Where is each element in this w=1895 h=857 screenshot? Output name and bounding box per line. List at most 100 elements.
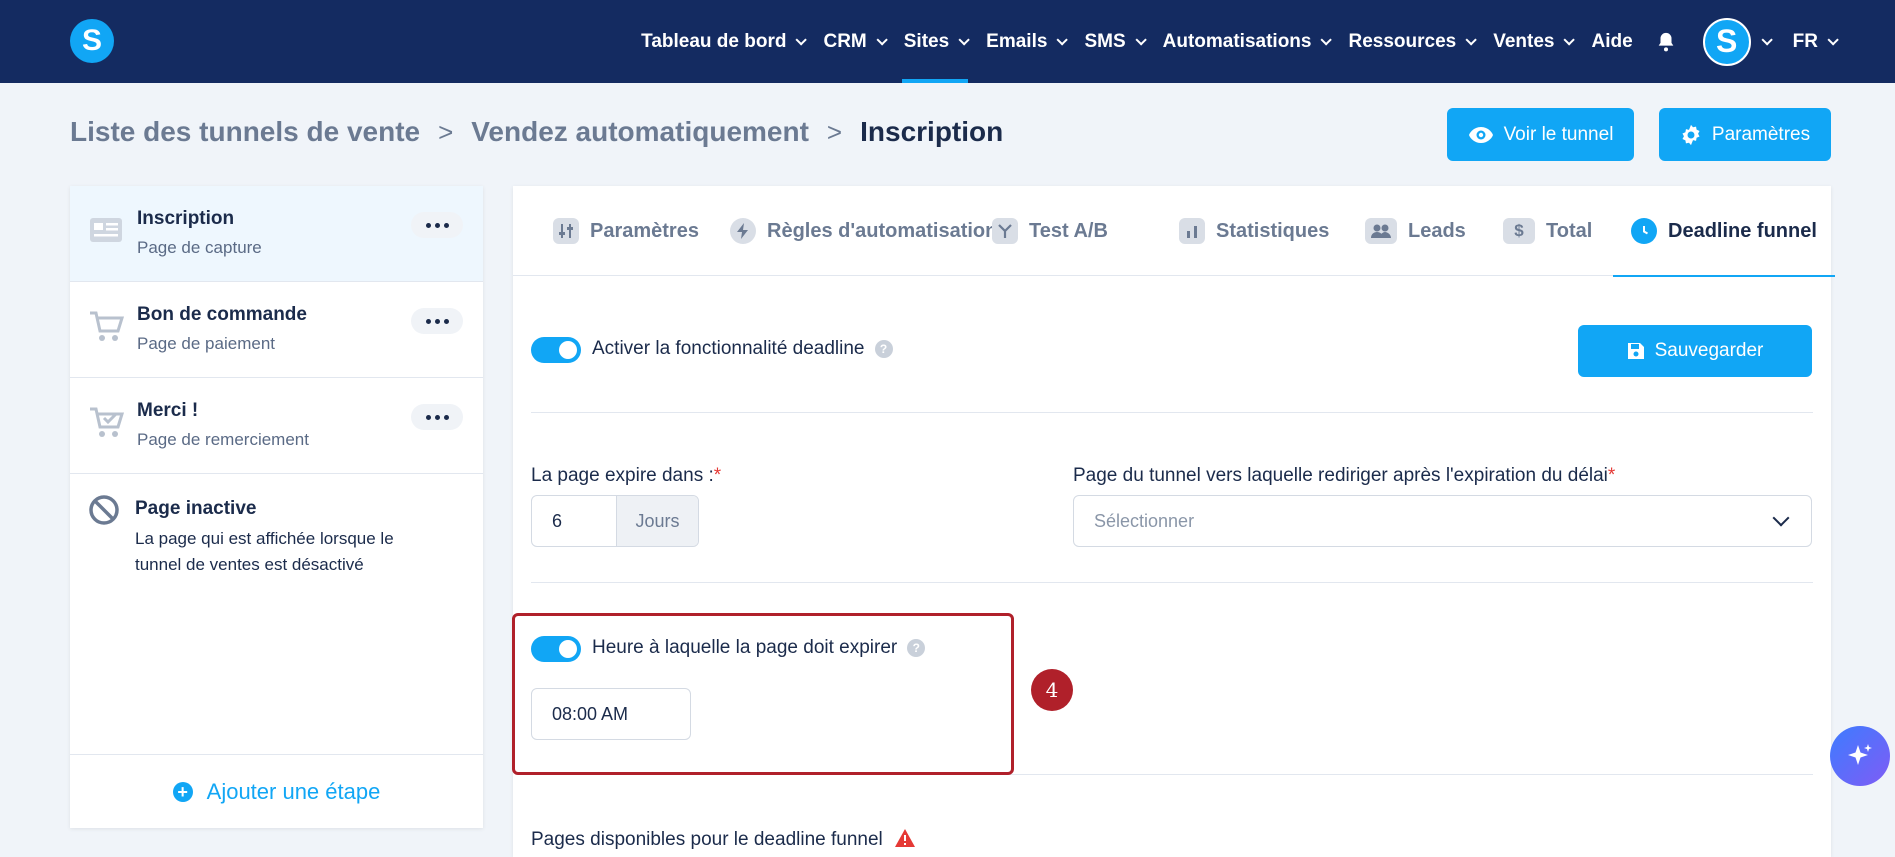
expires-in-text: La page expire dans : bbox=[531, 465, 714, 486]
nav-item-aide[interactable]: Aide bbox=[1591, 0, 1632, 83]
chevron-down-icon bbox=[795, 33, 808, 46]
nav-item-emails[interactable]: Emails bbox=[986, 0, 1069, 83]
tab-leads[interactable]: Leads bbox=[1365, 186, 1466, 276]
funnel-step-merci[interactable]: Merci ! Page de remerciement bbox=[70, 378, 483, 474]
user-avatar[interactable]: S bbox=[1702, 17, 1751, 66]
divider bbox=[531, 774, 1813, 775]
nav-item-label: Aide bbox=[1591, 30, 1633, 52]
step-options-button[interactable] bbox=[411, 308, 463, 334]
funnel-step-bon-de-commande[interactable]: Bon de commande Page de paiement bbox=[70, 282, 483, 378]
required-mark: * bbox=[1607, 465, 1616, 486]
step-subtitle: Page de capture bbox=[137, 238, 262, 257]
clock-icon bbox=[1631, 218, 1657, 244]
settings-tabs: Paramètres Règles d'automatisation Test … bbox=[513, 186, 1835, 277]
step-options-button[interactable] bbox=[411, 404, 463, 430]
step-subtitle: Page de remerciement bbox=[137, 430, 309, 449]
sparkle-icon bbox=[1848, 744, 1872, 765]
settings-button[interactable]: Paramètres bbox=[1659, 108, 1831, 161]
inactive-page-step[interactable]: Page inactive La page qui est affichée l… bbox=[70, 474, 483, 594]
sliders-icon bbox=[553, 218, 579, 244]
nav-item-label: SMS bbox=[1084, 30, 1126, 52]
breadcrumb-current-step: Inscription bbox=[860, 116, 1004, 147]
save-label: Sauvegarder bbox=[1654, 340, 1764, 361]
ban-icon bbox=[89, 495, 119, 525]
chevron-down-icon bbox=[958, 33, 970, 46]
app-logo[interactable]: S bbox=[70, 19, 114, 63]
eye-icon bbox=[1468, 126, 1493, 143]
tab-regles-automatisation[interactable]: Règles d'automatisation bbox=[730, 186, 997, 276]
expires-in-input: 6 Jours bbox=[531, 495, 699, 547]
breadcrumb-separator: > bbox=[826, 116, 843, 147]
breadcrumb-funnel-list[interactable]: Liste des tunnels de vente bbox=[70, 116, 420, 148]
available-pages-label: Pages disponibles pour le deadline funne… bbox=[531, 828, 916, 851]
breadcrumb-funnel[interactable]: Vendez automatiquement bbox=[471, 116, 809, 148]
chevron-down-icon bbox=[876, 33, 888, 46]
cart-check-icon bbox=[90, 407, 124, 437]
nav-item-automatisations[interactable]: Automatisations bbox=[1162, 0, 1333, 83]
gear-icon bbox=[1682, 124, 1700, 145]
top-navbar: S Tableau de bord CRM Sites Emails SMS A… bbox=[0, 0, 1895, 83]
annotation-step-marker: 4 bbox=[1031, 669, 1073, 711]
nav-item-ressources[interactable]: Ressources bbox=[1348, 0, 1477, 83]
users-icon bbox=[1365, 218, 1397, 244]
nav-item-label: Sites bbox=[903, 30, 950, 52]
bolt-icon bbox=[730, 218, 756, 244]
tab-test-ab[interactable]: Test A/B bbox=[992, 186, 1108, 276]
nav-item-tableau-de-bord[interactable]: Tableau de bord bbox=[641, 0, 808, 83]
floppy-disk-icon bbox=[1627, 343, 1644, 359]
nav-item-label: Ressources bbox=[1348, 30, 1457, 52]
tab-parametres[interactable]: Paramètres bbox=[553, 186, 699, 276]
tab-deadline-funnel[interactable]: Deadline funnel bbox=[1613, 186, 1835, 277]
nav-item-label: Ventes bbox=[1493, 30, 1555, 52]
deadline-enable-text: Activer la fonctionnalité deadline bbox=[592, 338, 865, 359]
nav-item-label: Tableau de bord bbox=[641, 30, 787, 52]
add-step-button[interactable]: + Ajouter une étape bbox=[70, 754, 483, 828]
chevron-down-icon bbox=[1827, 33, 1839, 46]
plus-circle-icon: + bbox=[172, 781, 193, 802]
expires-in-unit: Jours bbox=[616, 496, 698, 546]
step-settings-panel: Paramètres Règles d'automatisation Test … bbox=[513, 186, 1835, 857]
chevron-down-icon[interactable] bbox=[1761, 33, 1773, 46]
expires-in-value-field[interactable]: 6 bbox=[532, 496, 616, 546]
deadline-enable-label: Activer la fonctionnalité deadline? bbox=[592, 338, 893, 360]
help-icon[interactable]: ? bbox=[874, 339, 893, 358]
nav-item-sites[interactable]: Sites bbox=[901, 0, 970, 83]
redirect-page-select[interactable]: Sélectionner bbox=[1073, 495, 1812, 547]
save-button[interactable]: Sauvegarder bbox=[1578, 325, 1812, 377]
dollar-icon: $ bbox=[1503, 218, 1535, 244]
settings-label: Paramètres bbox=[1711, 123, 1811, 145]
step-options-button[interactable] bbox=[411, 212, 463, 238]
step-title: Merci ! bbox=[137, 400, 199, 421]
nav-item-crm[interactable]: CRM bbox=[823, 0, 888, 83]
language-selector[interactable]: FR bbox=[1793, 0, 1839, 83]
tab-statistiques[interactable]: Statistiques bbox=[1179, 186, 1329, 276]
tab-total[interactable]: $ Total bbox=[1503, 186, 1592, 276]
redirect-page-text: Page du tunnel vers laquelle rediriger a… bbox=[1073, 465, 1608, 486]
expires-in-label: La page expire dans :* bbox=[531, 465, 721, 487]
expiry-time-label: Heure à laquelle la page doit expirer? bbox=[592, 637, 926, 659]
required-mark: * bbox=[713, 465, 722, 486]
chevron-down-icon bbox=[1135, 33, 1147, 46]
expiry-time-text: Heure à laquelle la page doit expirer bbox=[592, 637, 898, 658]
nav-item-ventes[interactable]: Ventes bbox=[1493, 0, 1576, 83]
nav-item-sms[interactable]: SMS bbox=[1084, 0, 1147, 83]
redirect-page-placeholder: Sélectionner bbox=[1094, 510, 1195, 531]
funnel-step-inscription[interactable]: Inscription Page de capture bbox=[70, 186, 483, 282]
chevron-down-icon bbox=[1563, 33, 1576, 46]
help-icon[interactable]: ? bbox=[907, 638, 926, 657]
ai-assistant-button[interactable] bbox=[1830, 726, 1890, 786]
chevron-down-icon bbox=[1772, 509, 1790, 527]
expiry-time-toggle[interactable] bbox=[531, 636, 581, 662]
nav-item-label: Automatisations bbox=[1162, 30, 1312, 52]
inactive-page-description: La page qui est affichée lorsque le tunn… bbox=[135, 529, 394, 574]
tab-label: Paramètres bbox=[590, 219, 699, 242]
expiry-time-input[interactable]: 08:00 AM bbox=[531, 688, 691, 740]
main-menu: Tableau de bord CRM Sites Emails SMS Aut… bbox=[621, 0, 1839, 83]
bell-icon[interactable] bbox=[1655, 30, 1677, 54]
available-pages-text: Pages disponibles pour le deadline funne… bbox=[531, 829, 883, 850]
tab-label: Deadline funnel bbox=[1668, 219, 1817, 242]
nav-item-label: CRM bbox=[823, 30, 867, 52]
view-funnel-label: Voir le tunnel bbox=[1503, 123, 1614, 145]
deadline-enable-toggle[interactable] bbox=[531, 337, 581, 363]
view-funnel-button[interactable]: Voir le tunnel bbox=[1447, 108, 1634, 161]
